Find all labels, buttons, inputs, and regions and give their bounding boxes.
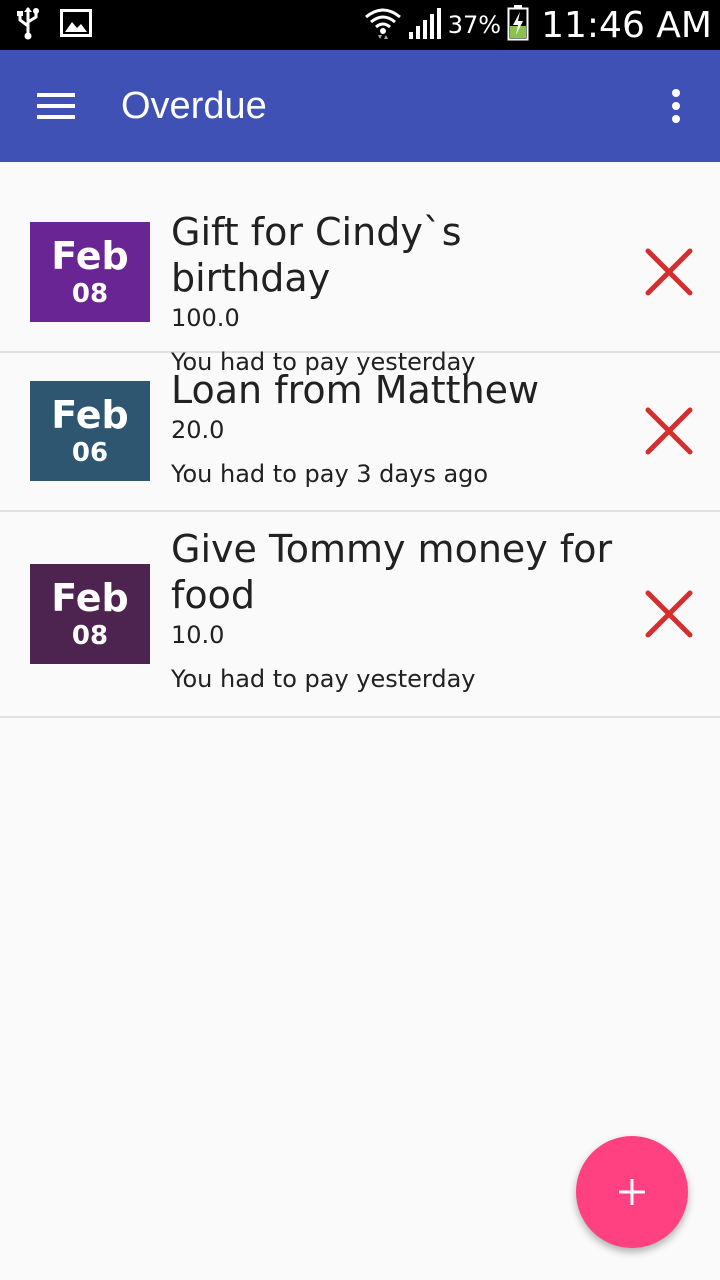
item-title: Gift for Cindy`s birthday [171, 210, 462, 300]
add-icon [619, 1179, 645, 1205]
date-badge: Feb 08 [30, 564, 150, 664]
app-bar: Overdue [0, 50, 720, 162]
date-month: Feb [51, 234, 129, 278]
close-icon [645, 590, 693, 638]
date-day: 08 [71, 621, 109, 651]
item-title: Give Tommy money for food [171, 527, 613, 617]
menu-button[interactable] [0, 50, 112, 162]
item-title: Loan from Matthew [171, 368, 540, 412]
overflow-menu-icon [672, 89, 680, 123]
overflow-menu-button[interactable] [652, 78, 700, 134]
status-bar: 37% 11:46 AM [0, 0, 720, 50]
date-day: 08 [71, 279, 109, 309]
delete-button[interactable] [642, 404, 696, 458]
image-icon [60, 8, 92, 42]
date-day: 06 [71, 438, 109, 468]
delete-button[interactable] [642, 245, 696, 299]
add-button[interactable] [576, 1136, 688, 1248]
list-item[interactable]: Feb 06 Loan from Matthew 20.0 You had to… [0, 353, 720, 512]
page-title: Overdue [121, 84, 267, 127]
clock: 11:46 AM [541, 4, 712, 46]
item-amount: 10.0 [171, 621, 225, 649]
overdue-list: Feb 08 Gift for Cindy`s birthday 100.0 Y… [0, 162, 720, 718]
item-amount: 100.0 [171, 304, 240, 332]
menu-icon [37, 93, 75, 119]
usb-icon [16, 6, 40, 45]
date-month: Feb [51, 576, 129, 620]
close-icon [645, 248, 693, 296]
date-badge: Feb 08 [30, 222, 150, 322]
close-icon [645, 407, 693, 455]
item-status: You had to pay 3 days ago [171, 460, 489, 488]
battery-percentage: 37% [447, 11, 502, 39]
battery-charging-icon [507, 4, 529, 46]
item-status: You had to pay yesterday [171, 665, 476, 693]
list-item[interactable]: Feb 08 Give Tommy money for food 10.0 Yo… [0, 512, 720, 718]
item-amount: 20.0 [171, 416, 225, 444]
delete-button[interactable] [642, 587, 696, 641]
list-item[interactable]: Feb 08 Gift for Cindy`s birthday 100.0 Y… [0, 162, 720, 376]
date-month: Feb [51, 393, 129, 437]
date-badge: Feb 06 [30, 381, 150, 481]
signal-icon [408, 6, 442, 45]
wifi-icon [364, 5, 402, 46]
